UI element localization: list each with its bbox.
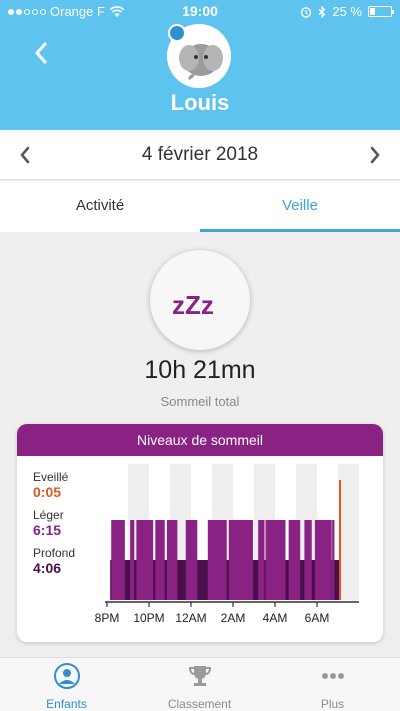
alarm-icon [301,6,312,18]
chart-light-bar [130,520,135,600]
chart-x-tick-label: 6AM [305,611,330,625]
chart-x-tick-label: 12AM [175,611,206,625]
child-name: Louis [170,90,230,115]
zzz-icon: zZz [172,290,214,320]
chart-x-tick-label: 10PM [133,611,164,625]
nav-plus[interactable]: Plus [266,662,399,711]
chart-light-bar [166,520,178,600]
chart-light-bar [332,520,335,600]
nav-plus-label: Plus [320,697,345,711]
chart-light-bar [265,520,286,600]
nav-enfants[interactable]: Enfants [0,662,133,711]
svg-text:zZz: zZz [172,290,214,320]
sleep-levels-card: Niveaux de sommeil Eveillé 0:05 Léger 6:… [17,424,383,642]
battery-label: 25 % [332,4,362,19]
chevron-left-icon [35,42,47,64]
badge-icon [168,24,186,42]
chart-light-bar [136,520,154,600]
sleep-icon-circle: zZz [150,250,250,350]
chart-light-bar [185,520,198,600]
chart-light-bar [111,520,125,600]
chart-light-bar [155,520,165,600]
chart-light-bar [207,520,227,600]
more-icon [321,673,344,679]
chart-light-bar [314,520,332,600]
tab-veille[interactable]: Veille [200,181,400,232]
children-icon [53,663,80,689]
chevron-right-icon [370,146,380,164]
bottom-navigation: Enfants Classement Plus [0,657,400,711]
header: Orange F 19:00 25 % Louis [0,0,400,130]
chart-awake-bar [339,480,342,600]
back-button[interactable] [26,38,56,68]
battery-icon [368,6,394,17]
trophy-icon [188,666,211,686]
total-sleep-label: Sommeil total [160,394,240,409]
chart-light-bar [288,520,301,600]
nav-classement[interactable]: Classement [133,662,266,711]
total-sleep-duration: 10h 21mn [144,356,256,384]
sleep-chart: 8PM 10PM 12AM 2AM 4AM 6AM [95,464,359,625]
tab-activite[interactable]: Activité [0,181,200,232]
chart-light-bar [228,520,253,600]
current-date: 4 février 2018 [141,144,259,165]
status-bar: Orange F 19:00 25 % [0,0,400,22]
chart-x-tick-label: 4AM [263,611,288,625]
nav-enfants-label: Enfants [46,697,87,711]
bluetooth-icon [318,5,326,18]
tab-bar: Activité Veille [0,181,400,232]
nav-classement-label: Classement [167,697,232,711]
next-day-button[interactable] [362,142,388,168]
chart-x-tick-label: 2AM [221,611,246,625]
chart-light-bar [304,520,312,600]
chart-light-bar [258,520,265,600]
chart-x-tick-label: 8PM [95,611,120,625]
chart-hour-band [338,464,359,600]
date-navigator: 4 février 2018 [0,130,400,180]
